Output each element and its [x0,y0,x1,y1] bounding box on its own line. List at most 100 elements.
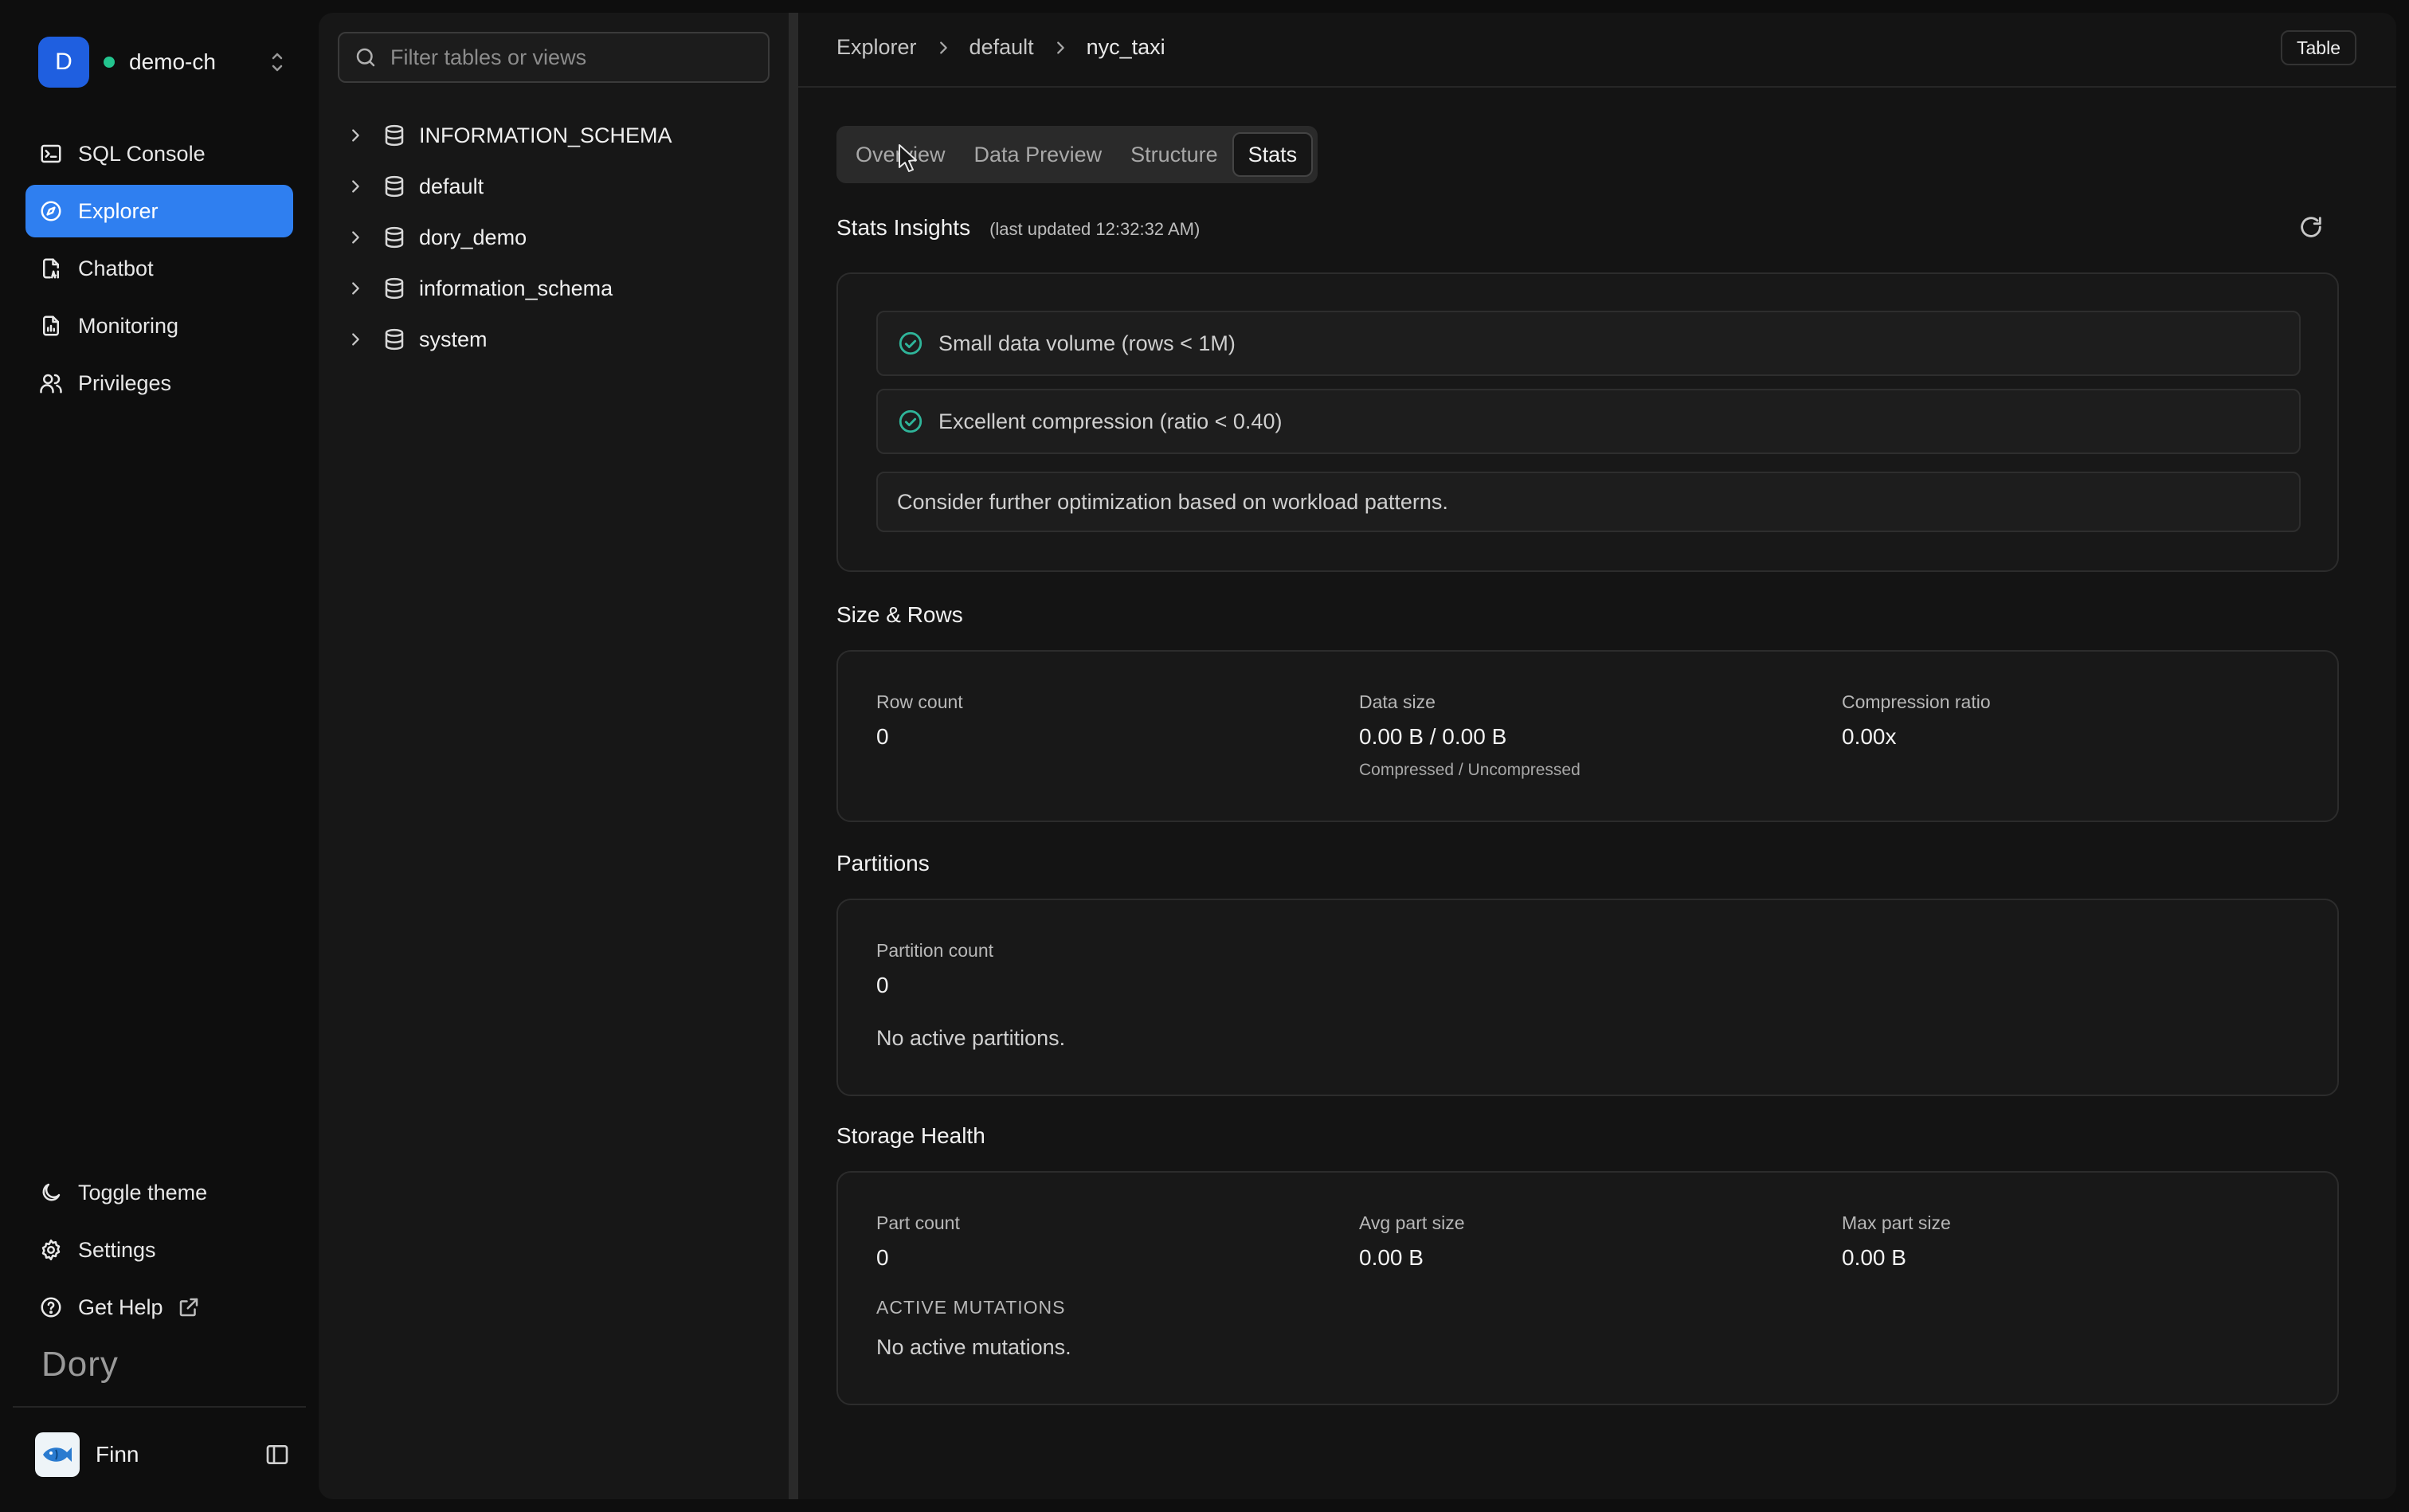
nav-label: Explorer [78,198,159,223]
object-type-badge: Table [2281,30,2356,65]
nav-label: Get Help [78,1295,163,1319]
nav-item-chatbot[interactable]: Chatbot [25,242,293,295]
database-icon [385,328,404,351]
chevron-right-icon[interactable] [343,174,368,199]
tree-item-database[interactable]: INFORMATION_SCHEMA [343,110,773,161]
tree-item-database[interactable]: information_schema [343,263,773,314]
storage-health-card: Part count 0 Avg part size 0.00 B Max pa… [836,1171,2339,1405]
stats-insights-header: Stats Insights (last updated 12:32:32 AM) [836,215,1200,241]
partitions-title: Partitions [836,851,930,875]
filter-search-box[interactable] [338,32,770,83]
settings-button[interactable]: Settings [25,1224,293,1276]
stat-value: 0 [876,724,889,749]
stat-value: 0.00 B / 0.00 B [1359,724,1507,749]
sql-console-icon [38,141,64,166]
gear-icon [38,1237,64,1263]
help-circle-icon [38,1295,64,1320]
data-size-stat: Data size 0.00 B / 0.00 B Compressed / U… [1359,691,1581,780]
storage-health-title: Storage Health [836,1123,985,1148]
last-updated-text: (last updated 12:32:32 AM) [989,219,1201,239]
tree-item-label: information_schema [419,276,613,300]
user-menu[interactable]: Finn [35,1432,290,1477]
moon-icon [38,1180,64,1205]
tab-stats[interactable]: Stats [1232,132,1314,177]
section-title: Stats Insights [836,215,971,240]
external-link-icon [176,1295,202,1320]
size-rows-card: Row count 0 Data size 0.00 B / 0.00 B Co… [836,650,2339,822]
nav-item-sql-console[interactable]: SQL Console [25,127,293,180]
insight-text: Excellent compression (ratio < 0.40) [938,409,1283,433]
max-part-size-stat: Max part size 0.00 B [1842,1212,1951,1271]
chevron-right-icon[interactable] [343,327,368,352]
database-icon [385,124,404,147]
main-content: Explorer default nyc_taxi Table Overview… [798,13,2396,1499]
insight-item: Consider further optimization based on w… [876,472,2301,532]
nav-item-monitoring[interactable]: Monitoring [25,300,293,352]
tree-item-label: default [419,174,484,198]
database-list: INFORMATION_SCHEMA default dory_demo inf… [343,110,773,365]
check-circle-icon [899,409,922,433]
toggle-theme-button[interactable]: Toggle theme [25,1166,293,1219]
main-nav: SQL Console Explorer Chatbot Monitoring [25,127,293,414]
tree-item-label: dory_demo [419,225,527,249]
workspace-status-dot [104,57,115,68]
mouse-pointer-icon [899,144,917,172]
sidebar: D demo-ch SQL Console Explorer Chatbot M… [0,0,319,1512]
tree-item-database[interactable]: system [343,314,773,365]
get-help-link[interactable]: Get Help [25,1281,293,1334]
chevron-right-icon[interactable] [343,276,368,301]
chevron-updown-icon[interactable] [268,48,287,76]
stat-subtext: Compressed / Uncompressed [1359,761,1581,779]
refresh-icon[interactable] [2297,213,2325,241]
sidebar-collapse-icon[interactable] [264,1442,290,1467]
partition-count-stat: Partition count 0 [876,940,993,998]
stat-value: 0.00x [1842,724,1897,749]
database-icon [385,175,404,198]
insight-text: Consider further optimization based on w… [897,489,1448,514]
empty-mutations-text: No active mutations. [876,1335,1071,1359]
breadcrumb-explorer[interactable]: Explorer [836,35,917,60]
tab-structure[interactable]: Structure [1116,132,1232,177]
tree-item-database[interactable]: dory_demo [343,212,773,263]
breadcrumb: Explorer default nyc_taxi [836,35,1165,60]
stat-label: Avg part size [1359,1212,1465,1233]
insights-card: Small data volume (rows < 1M) Excellent … [836,272,2339,572]
insight-item: Small data volume (rows < 1M) [876,311,2301,376]
tree-item-database[interactable]: default [343,161,773,212]
stat-label: Partition count [876,940,994,961]
nav-label: Chatbot [78,256,154,280]
database-icon [385,226,404,249]
nav-label: Privileges [78,370,172,395]
workspace-switcher[interactable]: D demo-ch [38,37,287,88]
stat-label: Compression ratio [1842,691,1991,712]
breadcrumb-database[interactable]: default [969,35,1034,60]
fish-avatar-icon [35,1432,80,1477]
compass-icon [38,198,64,224]
avg-part-size-stat: Avg part size 0.00 B [1359,1212,1465,1271]
search-icon [356,48,375,67]
row-count-stat: Row count 0 [876,691,963,750]
top-bar: Explorer default nyc_taxi Table [798,13,2396,88]
stat-value: 0.00 B [1842,1245,1906,1270]
filter-tables-input[interactable] [390,45,757,70]
chevron-right-icon[interactable] [343,225,368,250]
stat-label: Row count [876,691,963,712]
app-window: D demo-ch SQL Console Explorer Chatbot M… [0,0,2409,1512]
chevron-right-icon [1056,41,1064,54]
stat-value: 0 [876,973,889,997]
nav-label: Monitoring [78,313,179,338]
nav-item-privileges[interactable]: Privileges [25,357,293,409]
tab-data-preview[interactable]: Data Preview [960,132,1117,177]
active-mutations-label: ACTIVE MUTATIONS [876,1297,1066,1318]
chevron-right-icon[interactable] [343,123,368,148]
chevron-right-icon [939,41,947,54]
workspace-avatar: D [38,37,89,88]
stat-label: Part count [876,1212,960,1233]
compression-ratio-stat: Compression ratio 0.00x [1842,691,1991,750]
panel-resize-handle[interactable] [789,13,798,1499]
nav-label: SQL Console [78,141,206,166]
stat-label: Max part size [1842,1212,1951,1233]
users-icon [38,370,64,396]
nav-item-explorer[interactable]: Explorer [25,185,293,237]
monitoring-icon [38,313,64,339]
